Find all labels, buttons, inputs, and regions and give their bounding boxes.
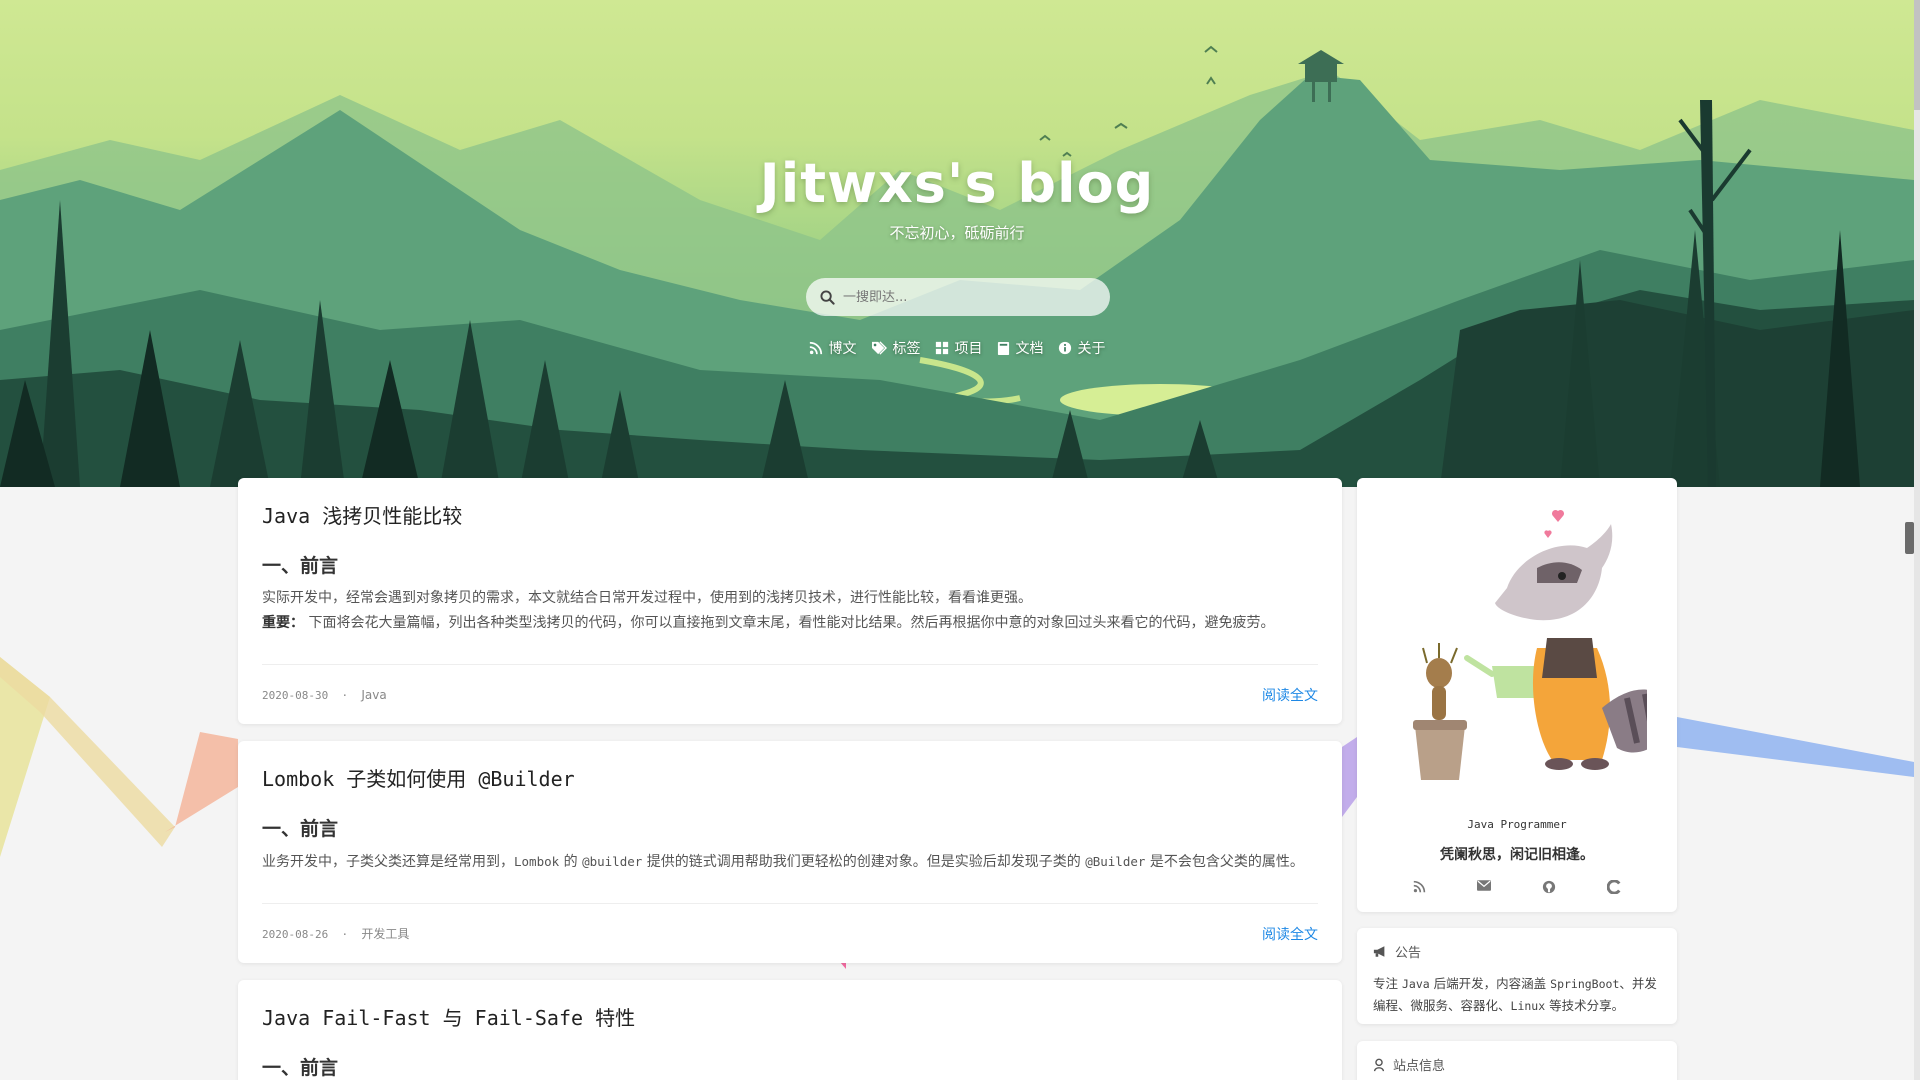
excerpt-text: 的 bbox=[559, 854, 583, 870]
excerpt-important-label: 重要： bbox=[262, 615, 304, 631]
post-card: Java 浅拷贝性能比较 一、前言 实际开发中，经常会遇到对象拷贝的需求，本文就… bbox=[238, 478, 1342, 724]
notice-title: 公告 bbox=[1395, 946, 1422, 961]
notice-text-part: 后端开发，内容涵盖 bbox=[1429, 976, 1551, 991]
nav-item-label: 文档 bbox=[1015, 341, 1044, 357]
inline-code: Lombok bbox=[514, 854, 560, 869]
excerpt-text: 业务开发中，子类父类还算是经常用到， bbox=[262, 854, 514, 870]
info-icon bbox=[1058, 341, 1071, 355]
rss-icon bbox=[809, 341, 822, 355]
post-category[interactable]: Java bbox=[361, 688, 386, 702]
post-meta: 2020-08-26 · 开发工具 bbox=[262, 925, 409, 942]
meta-separator: · bbox=[341, 928, 349, 941]
inline-code: Linux bbox=[1510, 999, 1546, 1013]
post-date: 2020-08-26 bbox=[262, 928, 329, 941]
book-icon bbox=[997, 341, 1009, 355]
tags-icon bbox=[871, 341, 887, 355]
post-card: Lombok 子类如何使用 @Builder 一、前言 业务开发中，子类父类还算… bbox=[238, 741, 1342, 963]
notice-header: 公告 bbox=[1373, 942, 1661, 961]
excerpt-text: 下面将会花大量篇幅，列出各种类型浅拷贝的代码，你可以直接拖到文章末尾，看性能对比… bbox=[304, 615, 1275, 631]
profile-card: Java Programmer 凭阑秋思，闲记旧相逢。 bbox=[1357, 478, 1677, 912]
post-heading: 一、前言 bbox=[262, 818, 339, 840]
main-nav: 博文 标签 项目 文档 关于 bbox=[0, 338, 1914, 358]
nav-item-docs[interactable]: 文档 bbox=[997, 338, 1044, 358]
mail-icon[interactable] bbox=[1476, 880, 1491, 894]
nav-item-about[interactable]: 关于 bbox=[1058, 338, 1106, 358]
social-links bbox=[1357, 880, 1677, 894]
site-info-header: 站点信息 bbox=[1373, 1055, 1661, 1074]
post-title[interactable]: Java Fail-Fast 与 Fail-Safe 特性 bbox=[262, 1002, 1318, 1031]
post-footer: 2020-08-30 · Java 阅读全文 bbox=[262, 664, 1318, 724]
inline-code: @builder bbox=[582, 854, 643, 869]
user-icon bbox=[1373, 1058, 1385, 1071]
notice-text-part: 等技术分享。 bbox=[1545, 998, 1625, 1013]
site-info-widget: 站点信息 bbox=[1357, 1041, 1677, 1080]
excerpt-text: 是不会包含父类的属性。 bbox=[1145, 854, 1304, 870]
nav-item-label: 项目 bbox=[954, 341, 983, 357]
nav-item-tags[interactable]: 标签 bbox=[871, 338, 921, 358]
post-category[interactable]: 开发工具 bbox=[361, 927, 409, 941]
meta-separator: · bbox=[341, 688, 349, 702]
post-excerpt: 业务开发中，子类父类还算是经常用到，Lombok 的 @builder 提供的链… bbox=[262, 849, 1318, 875]
excerpt-text: 提供的链式调用帮助我们更轻松的创建对象。但是实验后却发现子类的 bbox=[642, 854, 1086, 870]
post-date: 2020-08-30 bbox=[262, 688, 329, 702]
inline-code: SpringBoot bbox=[1550, 977, 1620, 991]
post-title[interactable]: Lombok 子类如何使用 @Builder bbox=[262, 763, 1318, 792]
site-title[interactable]: Jitwxs's blog bbox=[0, 152, 1914, 215]
scrollbar-thumb[interactable] bbox=[1914, 0, 1920, 110]
post-meta: 2020-08-30 · Java bbox=[262, 688, 387, 702]
grid-icon bbox=[935, 341, 948, 355]
notice-text-part: 专注 bbox=[1373, 976, 1402, 991]
scrollbar[interactable] bbox=[1914, 0, 1920, 1080]
read-more-link[interactable]: 阅读全文 bbox=[1262, 685, 1318, 705]
post-title[interactable]: Java 浅拷贝性能比较 bbox=[262, 500, 1318, 529]
post-card: Java Fail-Fast 与 Fail-Safe 特性 一、前言 bbox=[238, 980, 1342, 1080]
megaphone-icon bbox=[1373, 946, 1385, 957]
site-subtitle: 不忘初心，砥砺前行 bbox=[889, 224, 1025, 242]
rss-icon[interactable] bbox=[1413, 880, 1426, 894]
post-heading: 一、前言 bbox=[262, 555, 339, 577]
post-excerpt: 实际开发中，经常会遇到对象拷贝的需求，本文就结合日常开发过程中，使用到的浅拷贝技… bbox=[262, 586, 1318, 636]
read-more-link[interactable]: 阅读全文 bbox=[1262, 924, 1318, 944]
profile-motto: 凭阑秋思，闲记旧相逢。 bbox=[1440, 847, 1594, 863]
csdn-icon[interactable] bbox=[1607, 880, 1621, 894]
nav-item-label: 博文 bbox=[828, 341, 857, 357]
post-heading: 一、前言 bbox=[262, 1057, 339, 1079]
hero-banner: Jitwxs's blog 不忘初心，砥砺前行 博文 标签 bbox=[0, 0, 1914, 487]
search-input[interactable] bbox=[843, 289, 1093, 305]
avatar bbox=[1413, 509, 1647, 780]
nav-item-label: 关于 bbox=[1077, 341, 1106, 357]
post-footer: 2020-08-26 · 开发工具 阅读全文 bbox=[262, 903, 1318, 963]
notice-text: 专注 Java 后端开发，内容涵盖 SpringBoot、并发编程、微服务、容器… bbox=[1373, 973, 1661, 1017]
search-bar[interactable] bbox=[806, 278, 1110, 316]
github-icon[interactable] bbox=[1542, 880, 1556, 894]
site-info-title: 站点信息 bbox=[1393, 1059, 1446, 1074]
notice-widget: 公告 专注 Java 后端开发，内容涵盖 SpringBoot、并发编程、微服务… bbox=[1357, 928, 1677, 1024]
inline-code: @Builder bbox=[1085, 854, 1146, 869]
excerpt-text: 实际开发中，经常会遇到对象拷贝的需求，本文就结合日常开发过程中，使用到的浅拷贝技… bbox=[262, 590, 1032, 606]
profile-role: Java Programmer bbox=[1467, 818, 1567, 831]
inline-code: Java bbox=[1401, 977, 1430, 991]
search-icon bbox=[820, 289, 835, 305]
scroll-marker[interactable] bbox=[1905, 522, 1914, 554]
nav-item-projects[interactable]: 项目 bbox=[935, 338, 983, 358]
nav-item-label: 标签 bbox=[892, 341, 921, 357]
nav-item-posts[interactable]: 博文 bbox=[809, 338, 857, 358]
landscape-illustration bbox=[0, 45, 1914, 487]
